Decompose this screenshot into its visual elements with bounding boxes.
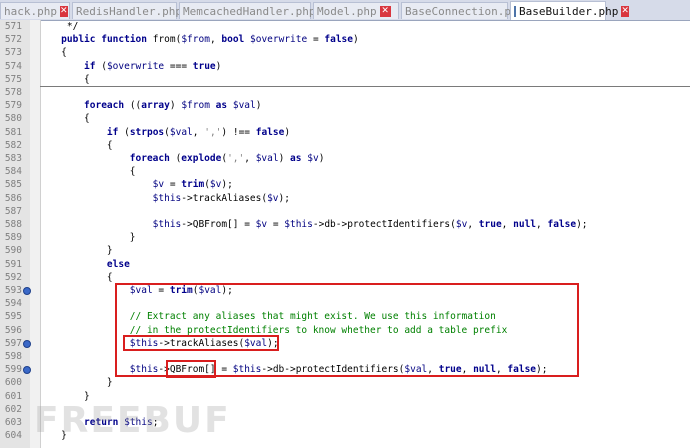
highlight-box-qbfrom [166,360,216,378]
bookmark-icon[interactable] [23,339,31,348]
tab-label: Model.php [317,4,377,18]
line-number: 598 [4,351,22,362]
code-line[interactable]: 584 { [0,165,690,178]
code-text: if (strpos($val, ',') !== false) [106,126,291,138]
line-number: 578 [4,87,22,98]
line-number: 575 [4,73,22,85]
code-text: foreach (explode(',', $val) as $v) [129,153,325,164]
bookmark-icon[interactable] [23,366,31,375]
line-number: 601 [4,390,22,402]
code-text: foreach ((array) $from as $val) [84,100,262,112]
code-line[interactable]: 586 $this->trackAliases($v); [0,192,690,205]
code-line[interactable]: 589 } [0,231,690,244]
code-text: $this->trackAliases($v); [152,192,290,204]
tab-model-php[interactable]: Model.php ✕ [313,2,399,19]
code-line[interactable]: 583 foreach (explode(',', $val) as $v) [0,152,690,165]
line-number: 603 [4,417,22,428]
line-number: 592 [4,271,22,283]
code-text: { [44,73,90,85]
line-number: 571 [4,21,22,32]
code-line[interactable]: 582 { [0,139,690,152]
line-number: 574 [4,60,22,72]
line-number: 584 [4,166,22,178]
line-number: 594 [4,298,22,310]
code-line[interactable]: 588 $this->QBFrom[] = $v = $this->db->pr… [0,218,690,231]
code-line[interactable]: 571 */ [0,20,690,33]
code-line[interactable]: 572 public function from($from, bool $ov… [0,33,690,46]
code-text: $v = trim($v); [152,179,233,191]
code-text: { [44,47,67,59]
code-text: } [44,245,113,257]
php-file-icon [514,5,516,17]
code-line[interactable]: 600 } [0,376,690,389]
line-number: 579 [4,100,22,112]
tab-basebuilder-php[interactable]: BaseBuilder.php ✕ [510,1,629,20]
line-number: 600 [4,377,22,389]
code-text: else [106,258,130,270]
code-line[interactable]: 581 if (strpos($val, ',') !== false) [0,126,690,139]
line-number: 580 [4,113,22,125]
watermark: FREEBUF [34,400,231,441]
code-line[interactable]: 585 $v = trim($v); [0,178,690,191]
code-line[interactable]: 579 foreach ((array) $from as $val) [0,99,690,112]
tab-redishandler-php[interactable]: RedisHandler.php✕ [72,2,193,19]
tab-label: BaseBuilder.php [519,4,619,18]
line-number: 590 [4,245,22,257]
code-text: public function from($from, bool $overwr… [61,34,359,46]
line-number: 593 [4,285,22,296]
code-text: } [44,377,113,389]
code-line[interactable]: 573 { [0,46,690,59]
line-number: 586 [4,192,22,204]
tab-close-icon[interactable]: ✕ [379,5,391,17]
code-line[interactable]: 575 { [0,73,690,86]
tab-close-icon[interactable]: ✕ [59,5,68,17]
line-number: 581 [4,126,22,138]
tab-label: MemcachedHandler.php [183,4,316,18]
line-number: 583 [4,153,22,164]
line-number: 582 [4,139,22,151]
bookmark-icon[interactable] [23,287,31,295]
tab-label: RedisHandler.php [76,4,182,18]
line-number: 602 [4,403,22,415]
code-line[interactable]: 590 } [0,244,690,257]
line-number: 572 [4,34,22,46]
code-text: { [44,166,136,178]
line-number: 591 [4,258,22,270]
code-text: { [44,113,90,125]
code-text: */ [44,21,79,32]
code-line[interactable]: 580 { [0,112,690,125]
line-number: 595 [4,311,22,323]
line-number: 604 [4,430,22,442]
tab-label: BaseConnection.php [405,4,525,18]
code-text: if ($overwrite === true) [84,60,222,72]
code-text: { [44,139,113,151]
tab-close-icon[interactable]: ✕ [621,5,629,17]
code-line[interactable]: 578 [0,86,690,99]
tab-hack-php[interactable]: hack.php ✕ [0,2,70,19]
line-number: 597 [4,337,22,349]
tab-baseconnection-php[interactable]: BaseConnection.php✕ [401,2,535,19]
code-line[interactable]: 574 if ($overwrite === true) [0,60,690,73]
code-text: $this->QBFrom[] = $v = $this->db->protec… [152,219,588,230]
folded-region-separator [40,86,690,87]
code-text: } [44,232,136,244]
tab-label: hack.php [4,4,57,18]
tab-memcachedhandler-php[interactable]: MemcachedHandler.php✕ [179,2,326,19]
editor-tab-bar: hack.php✕RedisHandler.php✕MemcachedHandl… [0,0,690,21]
line-number: 585 [4,179,22,191]
code-line[interactable]: 591 else [0,258,690,271]
line-number: 596 [4,324,22,336]
line-number: 588 [4,219,22,230]
line-number: 589 [4,232,22,244]
line-number: 587 [4,205,22,217]
line-number: 599 [4,364,22,376]
code-line[interactable]: 587 [0,205,690,218]
code-line[interactable]: 592 { [0,271,690,284]
code-text: { [44,271,113,283]
highlight-box-trackaliases [123,335,279,351]
line-number: 573 [4,47,22,59]
